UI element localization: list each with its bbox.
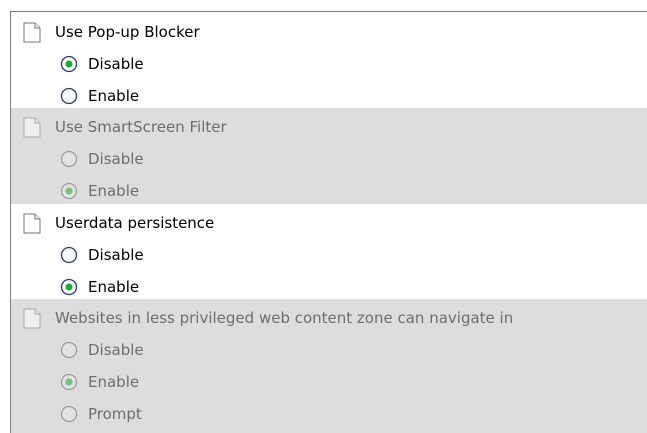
radio-unselected-icon	[60, 405, 78, 423]
document-icon	[23, 22, 41, 43]
option-label: Prompt	[88, 405, 142, 423]
policy-row-userdata-persistence: Userdata persistence	[11, 206, 647, 238]
policy-group-userdata-persistence: Userdata persistence Disable Enable	[11, 204, 647, 299]
policy-row-use-popup-blocker: Use Pop-up Blocker	[11, 15, 647, 47]
radio-unselected-icon	[60, 150, 78, 168]
radio-selected-icon[interactable]	[60, 278, 78, 296]
policy-title: Use SmartScreen Filter	[55, 118, 227, 136]
radio-selected-icon	[60, 373, 78, 391]
policy-group-use-popup-blocker: Use Pop-up Blocker Disable Enable	[11, 13, 647, 108]
option-label: Enable	[88, 278, 140, 296]
radio-unselected-icon	[60, 341, 78, 359]
option-row-prompt: Prompt	[11, 397, 647, 429]
option-row-disable[interactable]: Disable	[11, 47, 647, 79]
option-row-disable[interactable]: Disable	[11, 238, 647, 270]
option-label: Disable	[88, 150, 144, 168]
policy-title: Use Pop-up Blocker	[55, 23, 200, 41]
option-label: Disable	[88, 55, 144, 73]
policy-title: Websites in less privileged web content …	[55, 309, 514, 327]
policy-row-use-smartscreen-filter: Use SmartScreen Filter	[11, 110, 647, 142]
option-label: Enable	[88, 373, 140, 391]
security-settings-pane: Use Pop-up Blocker Disable Enable Use Sm…	[0, 0, 647, 433]
option-row-disable: Disable	[11, 333, 647, 365]
option-label: Disable	[88, 341, 144, 359]
policy-title: Userdata persistence	[55, 214, 215, 232]
policy-row-less-privileged-navigation: Websites in less privileged web content …	[11, 301, 647, 333]
option-row-disable: Disable	[11, 142, 647, 174]
option-row-enable[interactable]: Enable	[11, 270, 647, 299]
option-row-enable[interactable]: Enable	[11, 79, 647, 108]
document-icon	[23, 213, 41, 234]
radio-selected-icon[interactable]	[60, 55, 78, 73]
settings-frame-top-border	[10, 11, 647, 12]
option-label: Enable	[88, 182, 140, 200]
policy-group-less-privileged-navigation: Websites in less privileged web content …	[11, 299, 647, 433]
option-row-enable: Enable	[11, 174, 647, 204]
radio-unselected-icon[interactable]	[60, 246, 78, 264]
document-icon	[23, 117, 41, 138]
option-label: Disable	[88, 246, 144, 264]
policy-group-use-smartscreen-filter: Use SmartScreen Filter Disable Enable	[11, 108, 647, 204]
option-row-enable: Enable	[11, 365, 647, 397]
radio-selected-icon	[60, 182, 78, 200]
option-label: Enable	[88, 87, 140, 105]
radio-unselected-icon[interactable]	[60, 87, 78, 105]
document-icon	[23, 308, 41, 329]
